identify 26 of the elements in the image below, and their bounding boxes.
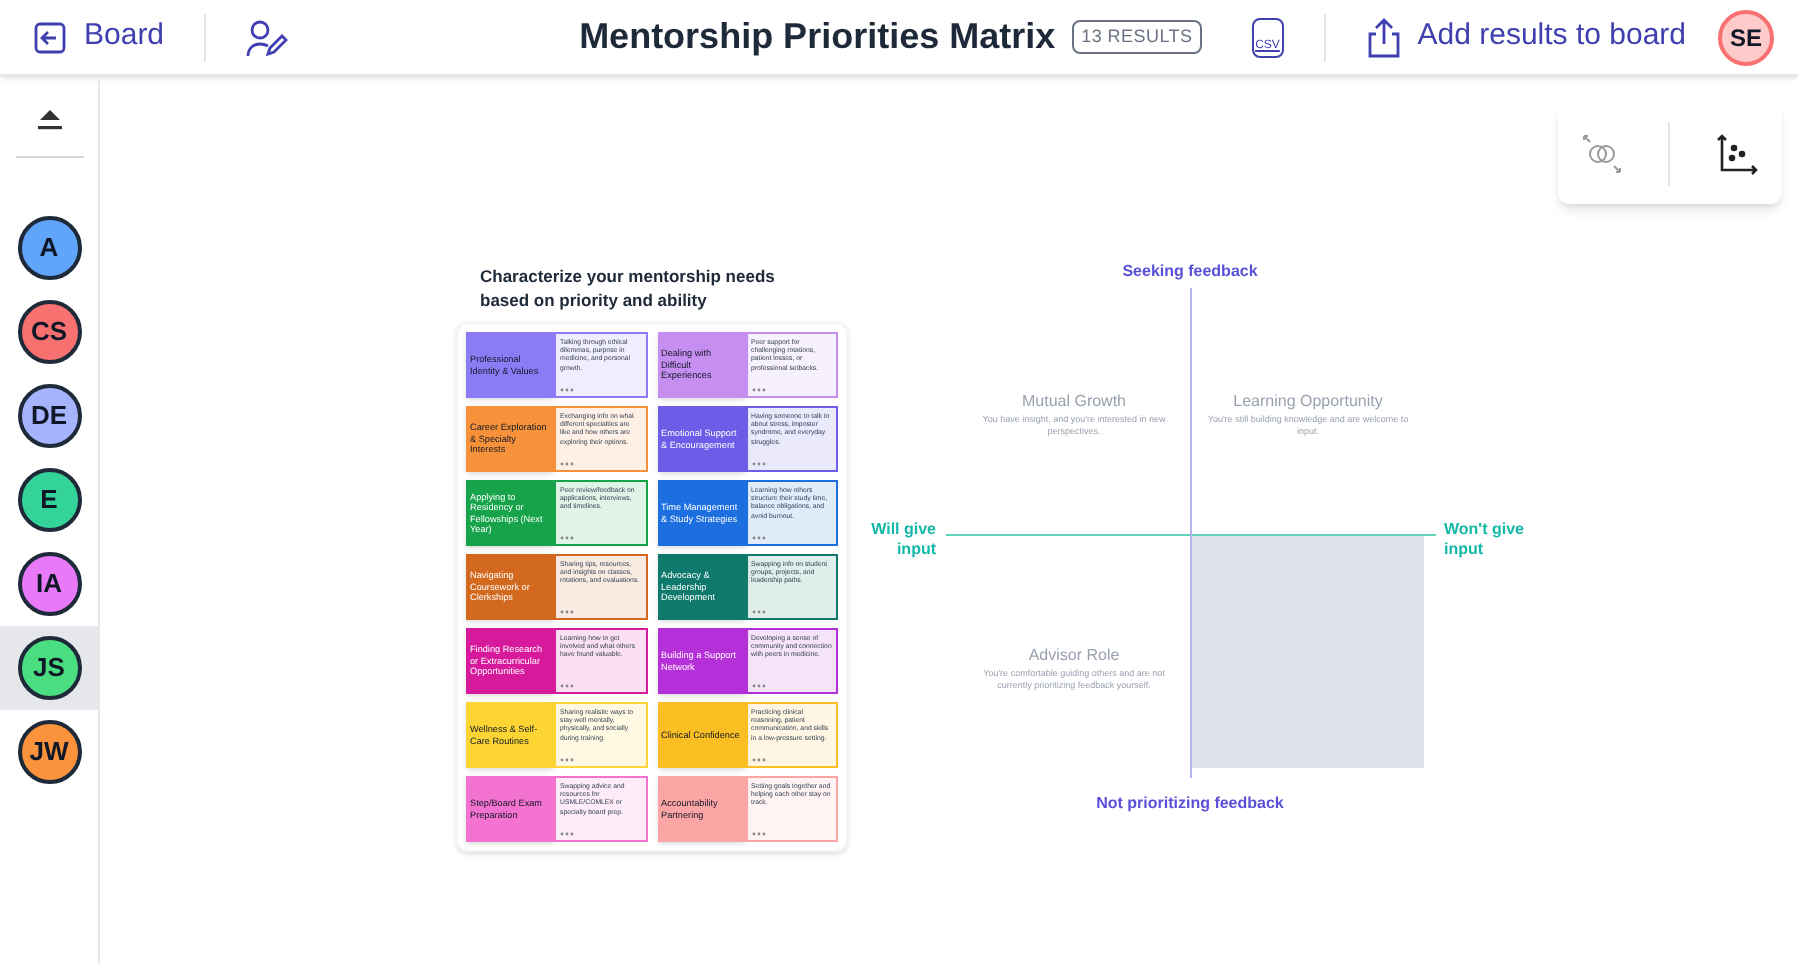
participant-avatar[interactable]: IA xyxy=(17,552,81,616)
axis-label: Won't give input xyxy=(1444,520,1526,560)
scatter-plot-icon[interactable] xyxy=(1715,132,1760,176)
participant-avatar[interactable]: JW xyxy=(17,720,81,784)
upload-icon xyxy=(1365,17,1402,57)
participant-avatar[interactable]: E xyxy=(17,468,81,532)
quadrant-title: Mutual Growth xyxy=(1021,390,1127,414)
quadrant-title: Learning Opportunity xyxy=(1233,390,1383,414)
axis-label: Seeking feedback xyxy=(1120,260,1260,284)
prompt-title: Characterize your mentorship needs based on priority and ability xyxy=(478,264,777,312)
back-icon xyxy=(32,19,68,55)
add-results-button[interactable]: Add results to board xyxy=(1365,14,1686,60)
axis-label: Not prioritizing feedback xyxy=(1094,792,1286,816)
quadrant-title: Advisor Role xyxy=(1028,644,1120,668)
participant-avatar[interactable]: A xyxy=(17,216,81,280)
collapse-icon[interactable] xyxy=(33,108,65,132)
results-count: 13 RESULTS xyxy=(1071,19,1203,55)
participant-avatar[interactable]: JS xyxy=(17,636,81,700)
back-button[interactable]: Board xyxy=(24,14,165,60)
user-avatar[interactable]: SE xyxy=(1718,9,1774,65)
page-title: Mentorship Priorities Matrix xyxy=(579,14,1056,60)
overlap-icon[interactable] xyxy=(1580,132,1625,176)
participant-avatar[interactable]: DE xyxy=(17,384,81,448)
participant-avatar[interactable]: CS xyxy=(17,300,81,364)
edit-icon[interactable] xyxy=(246,17,291,57)
axis-label: Will give input xyxy=(869,520,936,560)
